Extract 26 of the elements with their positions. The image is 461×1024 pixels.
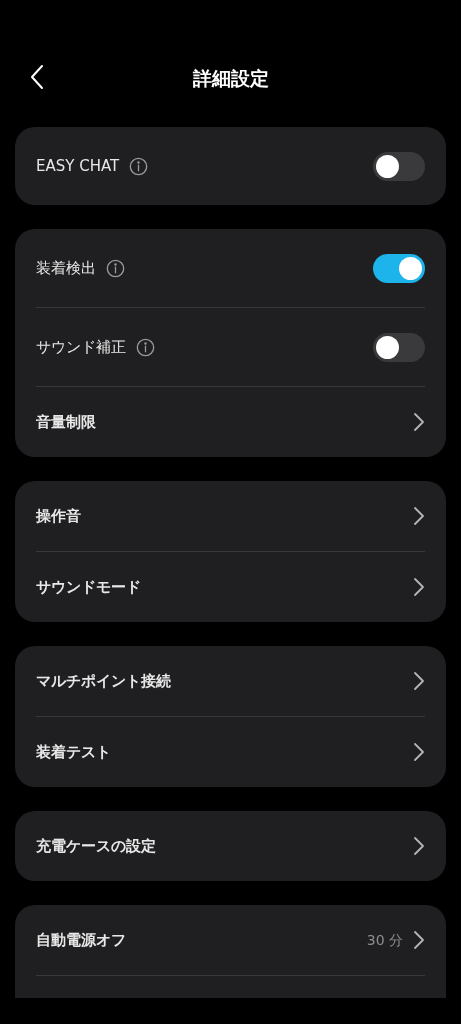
chevron-right-icon (413, 412, 425, 432)
info-icon[interactable] (136, 337, 155, 357)
settings-row[interactable]: 充電ケースの設定 (15, 811, 446, 881)
settings-row[interactable]: 自動電源オフ 30 分 (15, 905, 446, 975)
toggle-switch[interactable] (373, 332, 425, 362)
settings-row[interactable]: 音量制限 (15, 387, 446, 457)
chevron-right-icon (413, 671, 425, 691)
setting-label: EASY CHAT (36, 155, 120, 177)
info-icon[interactable] (129, 156, 149, 176)
info-icon[interactable] (106, 258, 125, 278)
chevron-right-icon (413, 836, 425, 856)
page-title: 詳細設定 (192, 66, 269, 91)
toggle-switch[interactable] (373, 151, 425, 181)
chevron-right-icon (413, 930, 425, 950)
setting-label: サウンド補正 (36, 336, 126, 358)
chevron-right-icon (413, 577, 425, 597)
chevron-right-icon (413, 506, 425, 526)
settings-row[interactable]: 装着テスト (15, 717, 446, 787)
back-icon (30, 64, 44, 90)
chevron-right-icon (413, 742, 425, 762)
setting-label: 装着検出 (36, 257, 96, 279)
settings-row[interactable]: 操作音 (15, 481, 446, 551)
settings-row[interactable]: サウンドモード (15, 552, 446, 622)
setting-value: 30 分 (366, 930, 403, 950)
settings-row[interactable]: マルチポイント接続 (15, 646, 446, 716)
toggle-switch[interactable] (373, 253, 425, 283)
